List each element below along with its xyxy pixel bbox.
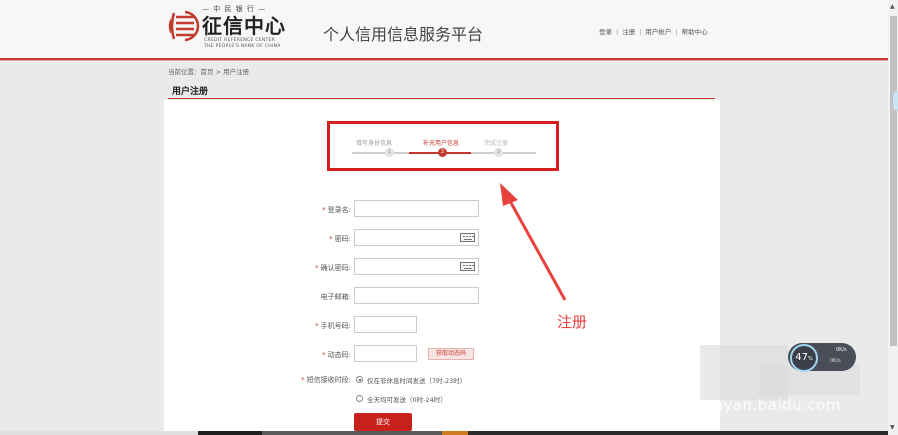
scrollbar-thumb[interactable] (890, 16, 897, 346)
upload-speed: 0K/s (836, 347, 847, 353)
speed-percent-circle: 47% (790, 344, 818, 372)
download-speed: 0K/s (830, 358, 841, 364)
taskbar-segment (198, 431, 262, 435)
annotation-label: 注册 (557, 313, 588, 331)
speed-percent-value: 47 (795, 352, 808, 363)
taskbar-segment (0, 431, 198, 435)
baidu-watermark: jingyan.baidu.com (694, 396, 841, 414)
scroll-up-arrow-icon[interactable]: ▲ (890, 3, 895, 10)
speed-percent-unit: % (807, 356, 813, 362)
taskbar-segment (468, 431, 888, 435)
taskbar-segment (442, 431, 468, 435)
side-float-tab[interactable] (893, 91, 898, 111)
scroll-down-arrow-icon[interactable]: ▼ (890, 424, 895, 431)
taskbar-segment (262, 431, 442, 435)
